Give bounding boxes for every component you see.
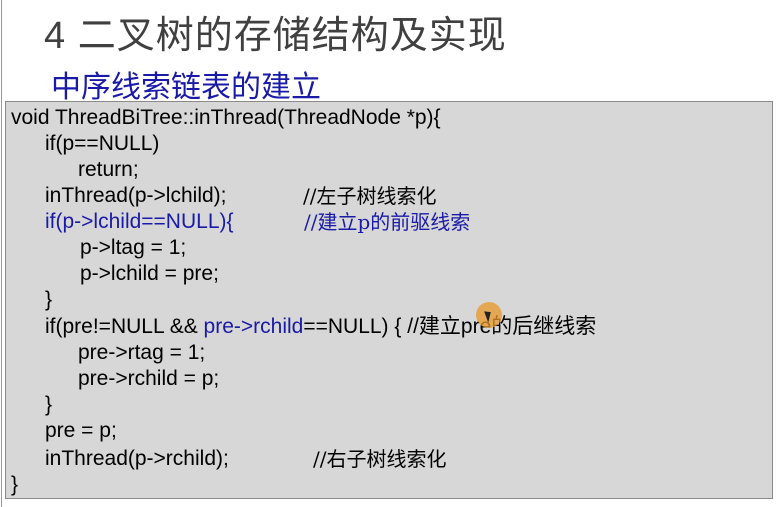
code-line-14-comment: //右子树线索化	[313, 447, 447, 471]
slide-subtitle: 中序线索链表的建立	[51, 71, 321, 104]
code-block: void ThreadBiTree::inThread(ThreadNode *…	[5, 101, 773, 499]
code-line-7: p->lchild = pre;	[80, 262, 219, 285]
code-line-4: inThread(p->lchild);	[45, 184, 227, 207]
code-line-15: }	[11, 473, 19, 496]
code-line-4-comment: //左子树线索化	[303, 184, 437, 208]
slide-title: 4 二叉树的存储结构及实现	[44, 15, 507, 57]
code-line-5: if(p->lchild==NULL){	[45, 210, 234, 233]
code-line-9-part-c: ==NULL) { //建立pre的后继线索	[303, 315, 597, 338]
code-line-2: if(p==NULL)	[45, 132, 160, 155]
code-line-9-part-a: if(pre!=NULL &&	[45, 315, 204, 338]
code-line-3: return;	[78, 158, 139, 181]
code-line-9: if(pre!=NULL && pre->rchild==NULL) { //建…	[45, 314, 596, 340]
code-line-5-comment: //建立p的前驱线索	[304, 210, 471, 234]
code-line-9-part-b: pre->rchild	[203, 315, 304, 338]
code-line-12: }	[45, 393, 53, 416]
slide-edge-rule	[1, 0, 2, 507]
code-line-13: pre = p;	[45, 419, 117, 442]
code-line-14: inThread(p->rchild);	[45, 447, 229, 470]
code-line-6: p->ltag = 1;	[80, 236, 187, 259]
code-line-1: void ThreadBiTree::inThread(ThreadNode *…	[11, 106, 441, 129]
code-line-11: pre->rchild = p;	[78, 367, 220, 390]
code-line-10: pre->rtag = 1;	[78, 341, 206, 364]
code-line-8: }	[45, 288, 53, 311]
